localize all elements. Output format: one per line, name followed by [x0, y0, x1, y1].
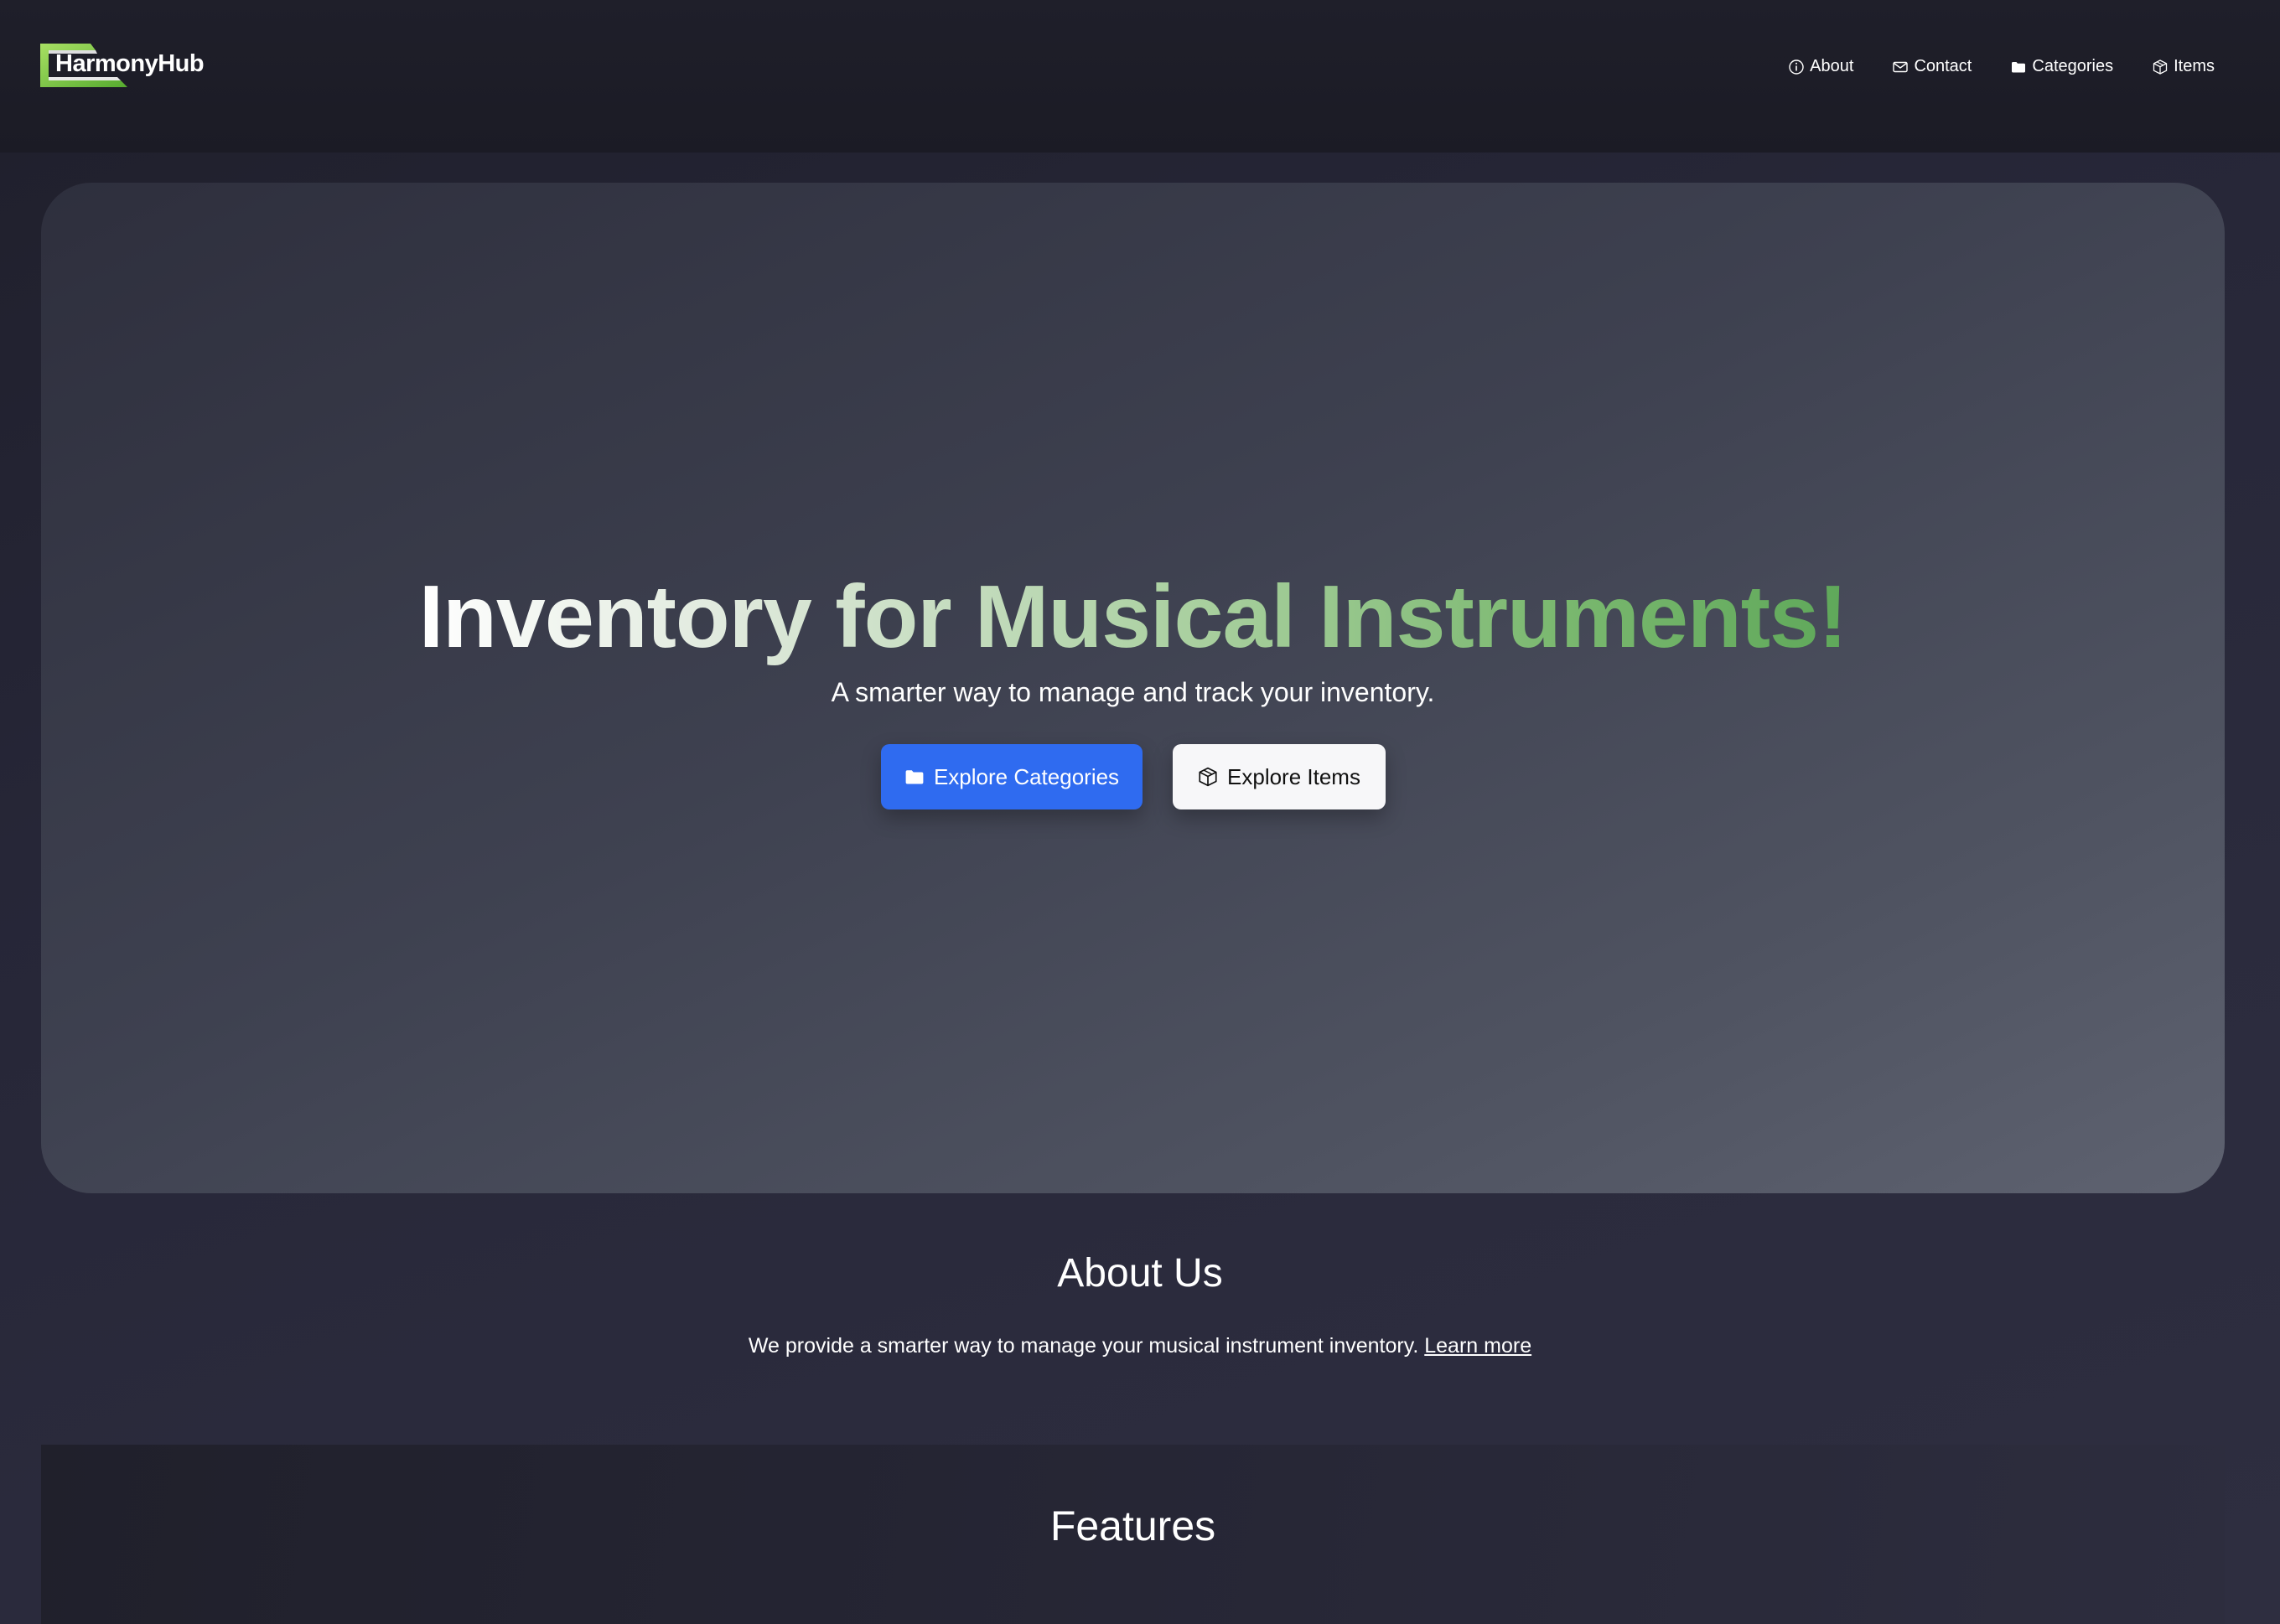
navbar: HarmonyHub About Contact Categories Item…	[0, 0, 2280, 153]
features-title: Features	[1049, 1502, 1216, 1549]
nav-item-contact[interactable]: Contact	[1892, 57, 1972, 76]
box-icon	[2153, 59, 2168, 75]
nav-links: About Contact Categories Items	[1788, 57, 2215, 76]
nav-item-items[interactable]: Items	[2152, 57, 2215, 76]
folder-icon	[2012, 61, 2026, 72]
nav-item-contact-label: Contact	[1914, 57, 1972, 75]
hero-section: Inventory for Musical Instruments! A sma…	[41, 183, 2225, 1193]
nav-item-about[interactable]: About	[1788, 57, 1853, 76]
folder-icon	[905, 770, 924, 784]
box-icon	[1199, 767, 1217, 787]
explore-categories-label: Explore Categories	[933, 763, 1120, 789]
nav-item-items-label: Items	[2174, 57, 2215, 75]
about-description: We provide a smarter way to manage your …	[748, 1334, 1419, 1358]
nav-item-categories-label: Categories	[2032, 57, 2114, 75]
features-section: Features	[41, 1445, 2225, 1624]
hero-subtitle: A smarter way to manage and track your i…	[831, 677, 1435, 707]
about-text: We provide a smarter way to manage your …	[0, 1334, 2280, 1358]
explore-categories-button[interactable]: Explore Categories	[880, 744, 1143, 809]
hero-buttons: Explore Categories Explore Items	[41, 744, 2225, 809]
brand-logo[interactable]: HarmonyHub	[40, 42, 208, 89]
envelope-icon	[1893, 61, 1909, 72]
learn-more-link[interactable]: Learn more	[1424, 1334, 1531, 1358]
nav-item-about-label: About	[1810, 57, 1854, 75]
about-title: About Us	[1057, 1251, 1223, 1296]
brand-name: HarmonyHub	[55, 50, 205, 77]
hero-title-text: Inventory for Musical Instruments!	[418, 567, 1848, 666]
info-circle-icon	[1789, 59, 1804, 75]
explore-items-label: Explore Items	[1227, 763, 1360, 789]
explore-items-button[interactable]: Explore Items	[1172, 744, 1386, 809]
nav-item-categories[interactable]: Categories	[2010, 57, 2113, 76]
hero-title: Inventory for Musical Instruments!	[41, 568, 2225, 666]
